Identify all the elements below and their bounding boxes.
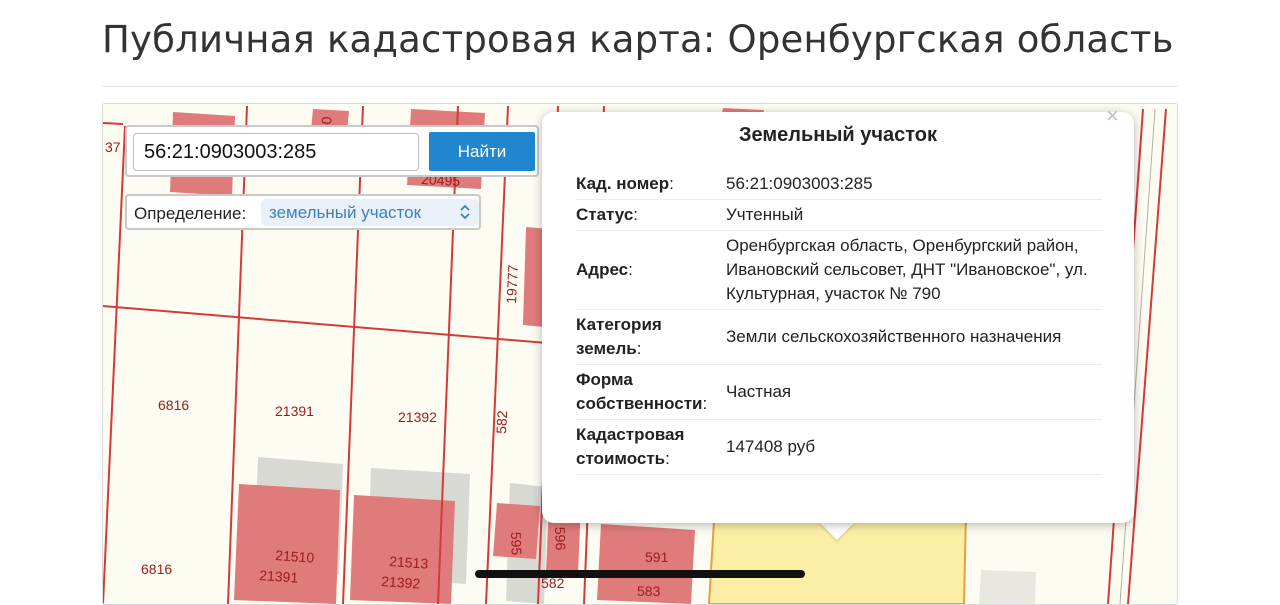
- info-key-text: Адрес: [576, 260, 629, 279]
- popup-title: Земельный участок: [738, 124, 938, 146]
- home-indicator[interactable]: [475, 570, 805, 578]
- parcel-label: 21391: [275, 403, 314, 419]
- light-building: [979, 570, 1036, 604]
- parcel-label: 21392: [381, 573, 421, 592]
- info-value: Оренбургская область, Оренбургский район…: [724, 230, 1102, 310]
- definition-panel: Определение: земельный участок: [125, 194, 481, 230]
- chevron-updown-icon: [460, 204, 470, 220]
- definition-label: Определение:: [134, 204, 247, 223]
- boundary-line: [103, 122, 124, 125]
- info-row: Адрес: Оренбургская область, Оренбургски…: [576, 230, 1102, 310]
- info-row: Кад. номер: 56:21:0903003:285: [576, 169, 1102, 200]
- parcel-label: 21513: [389, 553, 429, 572]
- info-key: Категория земель:: [576, 309, 724, 365]
- info-value: 56:21:0903003:285: [724, 169, 1102, 200]
- info-key: Форма собственности:: [576, 364, 724, 420]
- info-value: Частная: [724, 364, 1102, 420]
- building: [234, 484, 340, 604]
- object-type-select[interactable]: земельный участок: [261, 199, 479, 226]
- popup-pointer: [819, 522, 855, 540]
- object-type-value: земельный участок: [269, 203, 422, 222]
- parcel-label: 19777: [503, 264, 521, 304]
- parcel-info-popup: Земельный участок Кад. номер: 56:21:0903…: [542, 112, 1134, 523]
- info-key-text: Форма собственности: [576, 370, 703, 413]
- parcel-label: 582: [493, 410, 510, 434]
- info-value: Учтенный: [724, 199, 1102, 231]
- parcel-label: 6816: [141, 561, 172, 577]
- parcel-label: 21392: [398, 409, 437, 425]
- info-row: Категория земель: Земли сельскохозяйстве…: [576, 309, 1102, 365]
- title-divider: [102, 86, 1178, 87]
- info-row: Форма собственности: Частная: [576, 364, 1102, 420]
- info-row: Кадастровая стоимость: 147408 руб: [576, 419, 1102, 475]
- info-key: Адрес:: [576, 230, 724, 310]
- cadastral-map[interactable]: 6816 21391 21392 582 6816 21510 21391 21…: [102, 103, 1178, 605]
- parcel-label: 37: [105, 139, 121, 155]
- info-key-text: Статус: [576, 205, 634, 224]
- find-button[interactable]: Найти: [429, 132, 535, 171]
- parcel-label: 583: [637, 583, 661, 599]
- parcel-label: 21510: [275, 547, 315, 566]
- parcel-info-table: Кад. номер: 56:21:0903003:285 Статус: Уч…: [576, 169, 1102, 475]
- parcel-label: 596: [552, 527, 569, 551]
- parcel-label: 591: [645, 549, 669, 565]
- info-key: Статус:: [576, 199, 724, 231]
- cadastral-number-input[interactable]: [133, 133, 419, 171]
- boundary-line: [103, 125, 126, 604]
- parcel-label: 6816: [158, 397, 189, 413]
- info-key: Кадастровая стоимость:: [576, 419, 724, 475]
- info-key-text: Кад. номер: [576, 174, 670, 193]
- page-title: Публичная кадастровая карта: Оренбургска…: [102, 18, 1174, 61]
- close-icon[interactable]: ×: [1106, 105, 1119, 127]
- info-key-text: Категория земель: [576, 315, 662, 358]
- search-panel: Найти: [125, 125, 539, 177]
- info-value: 147408 руб: [724, 419, 1102, 475]
- info-key: Кад. номер:: [576, 169, 724, 200]
- parcel-label: 595: [508, 532, 525, 556]
- parcel-label: 21391: [259, 567, 299, 586]
- info-value: Земли сельскохозяйственного назначения: [724, 309, 1102, 365]
- info-row: Статус: Учтенный: [576, 199, 1102, 231]
